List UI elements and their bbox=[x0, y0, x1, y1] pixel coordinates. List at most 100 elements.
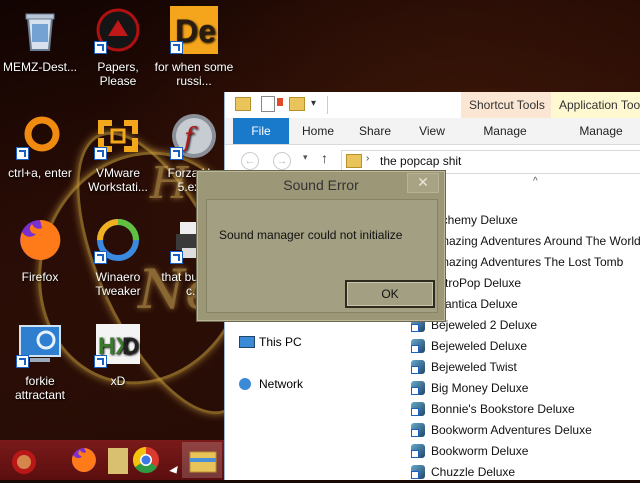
forward-arrow-icon[interactable]: → bbox=[273, 152, 291, 170]
winaero-icon bbox=[94, 216, 142, 264]
desktop-icon-label: MEMZ-Dest... bbox=[3, 60, 77, 74]
dialog-body: Sound manager could not initialize OK bbox=[206, 199, 438, 313]
nav-item-label: This PC bbox=[259, 335, 302, 349]
ring-icon bbox=[16, 112, 64, 160]
desktop-icon-memz[interactable]: MEMZ-Dest... bbox=[0, 6, 80, 74]
folder-icon bbox=[346, 154, 362, 168]
file-name: Bejeweled Twist bbox=[431, 360, 517, 374]
recycle-bin-icon bbox=[16, 6, 64, 54]
tab-application-tools[interactable]: Application Too bbox=[551, 92, 640, 118]
context-tab-label: Shortcut Tools bbox=[469, 98, 545, 112]
desktop-icon-xd[interactable]: HX D xD bbox=[78, 320, 158, 388]
shortcut-icon bbox=[411, 402, 425, 416]
folder-icon[interactable] bbox=[235, 97, 251, 111]
shortcut-icon bbox=[411, 381, 425, 395]
context-tab-label: Application Too bbox=[559, 98, 640, 112]
list-item[interactable]: Bookworm Adventures Deluxe bbox=[411, 420, 640, 441]
taskbar-chrome-icon[interactable] bbox=[126, 442, 166, 478]
close-button[interactable]: ✕ bbox=[407, 173, 439, 193]
desktop-icon-forkie[interactable]: forkie attractant bbox=[0, 320, 80, 402]
shortcut-icon bbox=[411, 444, 425, 458]
desktop-icon-firefox[interactable]: Firefox bbox=[0, 216, 80, 284]
desktop-icon-label: forkie attractant bbox=[14, 374, 66, 402]
shortcut-icon bbox=[411, 423, 425, 437]
qat-dropdown-icon[interactable]: ▾ bbox=[311, 98, 316, 109]
up-arrow-icon[interactable]: ↑ bbox=[321, 150, 328, 166]
file-name: Big Money Deluxe bbox=[431, 381, 529, 395]
shortcut-icon bbox=[411, 339, 425, 353]
taskbar-file-explorer-icon[interactable] bbox=[182, 442, 222, 478]
desktop-icon-label: Winaero Tweaker bbox=[95, 270, 141, 298]
desktop-icon-papers-please[interactable]: Papers, Please bbox=[78, 6, 158, 88]
file-name: Amazing Adventures Around The World bbox=[431, 234, 640, 248]
tab-shortcut-tools[interactable]: Shortcut Tools bbox=[461, 92, 557, 118]
tab-label: Share bbox=[358, 124, 392, 138]
desktop-icon-label: Firefox bbox=[21, 270, 59, 284]
nav-item-label: Network bbox=[259, 377, 304, 391]
tab-label: Home bbox=[301, 124, 334, 138]
tab-share[interactable]: Share bbox=[349, 118, 401, 144]
start-button[interactable] bbox=[4, 442, 44, 478]
tab-label: Manage bbox=[483, 124, 527, 138]
sound-error-dialog: Sound Error ✕ Sound manager could not in… bbox=[196, 170, 446, 322]
taskbar bbox=[0, 440, 224, 480]
desktop-icon-ctrl-a[interactable]: ctrl+a, enter bbox=[0, 112, 80, 180]
file-name: Bejeweled Deluxe bbox=[431, 339, 528, 353]
tab-manage-application[interactable]: Manage bbox=[571, 118, 631, 144]
desktop-icon-label: xD bbox=[110, 374, 126, 388]
tab-manage-shortcut[interactable]: Manage bbox=[475, 118, 535, 144]
tab-label: Manage bbox=[579, 124, 623, 138]
breadcrumb-chevron-icon: › bbox=[366, 153, 370, 164]
new-folder-icon[interactable] bbox=[289, 97, 305, 111]
list-item[interactable]: Bejeweled Deluxe bbox=[411, 336, 640, 357]
back-arrow-icon[interactable]: ← bbox=[241, 152, 259, 170]
desktop-icon-label: ctrl+a, enter bbox=[8, 166, 72, 180]
network-icon bbox=[239, 378, 251, 390]
toolbar-divider bbox=[327, 96, 328, 114]
svg-text:D: D bbox=[122, 333, 139, 360]
desktop-icon-vmware[interactable]: VMware Workstati... bbox=[78, 112, 158, 194]
computer-icon bbox=[239, 336, 255, 348]
desktop-icon-label: for when some russi... bbox=[154, 60, 234, 88]
close-icon: ✕ bbox=[417, 174, 429, 190]
red-mark-icon bbox=[277, 98, 283, 106]
flash-icon: f bbox=[170, 112, 218, 160]
file-name: Bookworm Deluxe bbox=[431, 444, 529, 458]
sort-ascending-icon[interactable]: ^ bbox=[533, 176, 538, 187]
hxd-icon: HX D bbox=[94, 320, 142, 368]
mouse-cursor-icon bbox=[169, 465, 181, 477]
nav-item-this-pc[interactable]: This PC bbox=[235, 332, 405, 352]
firefox-icon bbox=[16, 216, 64, 264]
de-app-icon: De bbox=[170, 6, 218, 54]
recent-locations-icon[interactable]: ▾ bbox=[303, 152, 308, 163]
ribbon-tabs: File Home Share View Manage Manage bbox=[225, 118, 640, 145]
navigation-pane: This PC Network bbox=[235, 332, 405, 394]
list-item[interactable]: Bejeweled Twist bbox=[411, 357, 640, 378]
control-panel-icon bbox=[16, 320, 64, 368]
nav-item-network[interactable]: Network bbox=[235, 374, 405, 394]
dialog-message: Sound manager could not initialize bbox=[219, 228, 403, 242]
desktop-icon-label: Papers, Please bbox=[97, 60, 139, 88]
address-path: the popcap shit bbox=[380, 154, 462, 168]
list-item[interactable]: Bonnie's Bookstore Deluxe bbox=[411, 399, 640, 420]
desktop-icon-winaero[interactable]: Winaero Tweaker bbox=[78, 216, 158, 298]
tab-home[interactable]: Home bbox=[293, 118, 343, 144]
tab-view[interactable]: View bbox=[407, 118, 457, 144]
tab-file[interactable]: File bbox=[233, 118, 289, 144]
list-item[interactable]: Bookworm Deluxe bbox=[411, 441, 640, 462]
ok-button[interactable]: OK bbox=[345, 280, 435, 308]
desktop-icon-label: VMware Workstati... bbox=[88, 166, 148, 194]
shortcut-icon bbox=[411, 465, 425, 479]
file-name: Amazing Adventures The Lost Tomb bbox=[431, 255, 624, 269]
quick-access-toolbar: ▾ Shortcut Tools Application Too bbox=[225, 92, 640, 118]
properties-icon[interactable] bbox=[261, 96, 275, 112]
tab-label: View bbox=[419, 124, 445, 138]
file-name: Chuzzle Deluxe bbox=[431, 465, 516, 479]
desktop-icon-de[interactable]: De for when some russi... bbox=[154, 6, 234, 88]
file-name: Bookworm Adventures Deluxe bbox=[431, 423, 592, 437]
list-item[interactable]: Big Money Deluxe bbox=[411, 378, 640, 399]
file-name: Bejeweled 2 Deluxe bbox=[431, 318, 538, 332]
shortcut-icon bbox=[411, 360, 425, 374]
tab-label: File bbox=[251, 124, 271, 138]
papers-please-icon bbox=[94, 6, 142, 54]
